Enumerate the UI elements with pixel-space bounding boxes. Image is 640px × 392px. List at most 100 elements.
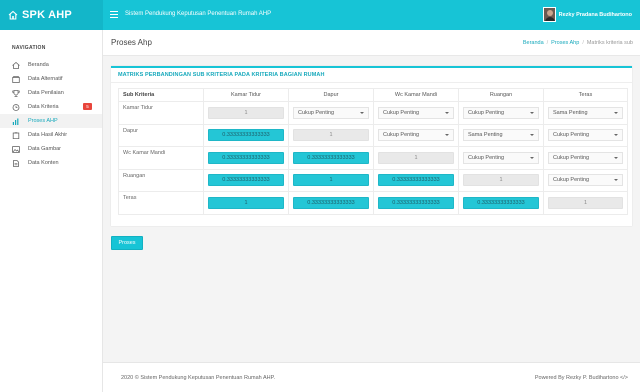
computed-value-field: 0.33333333333333 [293,196,369,209]
sidebar-item-data-hasil-akhir[interactable]: Data Hasil Akhir [0,128,102,142]
breadcrumb-current: Matriks kriteria sub [586,40,633,46]
box-icon [12,75,20,83]
sidebar-item-proses-ahp[interactable]: Proses AHP [0,114,102,128]
importance-select[interactable]: Cukup Penting [548,129,623,142]
sidebar-item-label: Data Hasil Akhir [28,132,68,138]
matrix-title: MATRIKS PERBANDINGAN SUB KRITERIA PADA K… [118,72,325,78]
count-badge: 5 [83,103,92,110]
breadcrumb-link-proses-ahp[interactable]: Proses Ahp [551,40,579,46]
footer-credit: Powered By Rezky P. Budihartono </> [534,375,628,381]
trophy-icon [12,89,20,97]
importance-select[interactable]: Cukup Penting [548,151,623,164]
importance-select[interactable]: Sama Penting [548,106,623,119]
row-label: Wc Kamar Mandi [118,146,204,170]
column-header: Wc Kamar Mandi [373,88,459,102]
clipboard-icon [12,131,20,139]
value-field: 1 [548,196,623,209]
select-value: Cukup Penting [468,109,505,116]
computed-value-field: 0.33333333333333 [208,174,284,187]
bar-chart-icon [12,118,19,125]
caret-down-icon [614,179,618,182]
value-field: 1 [463,174,539,187]
brand-logo[interactable]: SPK AHP [0,0,103,30]
importance-select[interactable]: Sama Penting [463,129,539,142]
menu-toggle-icon[interactable] [110,11,118,18]
column-header-sub-kriteria: Sub Kriteria [118,88,204,102]
table-row: Dapur 0.33333333333333 1 Cukup Penting S… [118,123,628,147]
sidebar-item-data-gambar[interactable]: Data Gambar [0,142,102,156]
select-value: Cukup Penting [553,132,590,139]
sidebar-item-label: Data Konten [28,160,59,166]
caret-down-icon [614,134,618,137]
sidebar-item-data-konten[interactable]: Data Konten [0,156,102,170]
divider [111,82,632,83]
brand-name: SPK AHP [22,9,72,21]
user-name: Rezky Pradana Budihartono [558,11,632,18]
value-field: 1 [208,106,284,119]
computed-value-field: 0.33333333333333 [293,151,369,164]
importance-select[interactable]: Cukup Penting [548,174,623,187]
main-content: Proses Ahp Beranda / Proses Ahp / Matriks kr… [103,30,640,392]
computed-value-field: 1 [208,196,284,209]
comparison-matrix-table: Sub Kriteria Kamar Tidur Dapur Wc Kamar … [118,88,628,215]
breadcrumb-link-beranda[interactable]: Beranda [523,40,544,46]
select-value: Sama Penting [468,132,503,139]
sidebar-item-data-kriteria[interactable]: Data Kriteria 5 [0,100,102,114]
sidebar-item-beranda[interactable]: Beranda [0,58,102,72]
table-row: Ruangan 0.33333333333333 1 0.33333333333… [118,168,628,192]
home-icon [8,10,18,20]
computed-value-field: 1 [293,174,369,187]
computed-value-field: 0.33333333333333 [378,174,454,187]
sidebar-item-label: Proses AHP [28,118,58,124]
caret-down-icon [445,111,449,114]
value-field: 1 [378,151,454,164]
sidebar-item-label: Beranda [28,62,49,68]
breadcrumb: Beranda / Proses Ahp / Matriks kriteria sub [522,40,633,46]
image-icon [12,145,20,153]
row-label: Kamar Tidur [118,101,204,125]
avatar [542,7,556,22]
footer-copyright: 2020 © Sistem Pendukung Keputusan Penent… [121,375,276,381]
row-label: Ruangan [118,168,204,192]
caret-down-icon [530,156,534,159]
table-row: Teras 1 0.33333333333333 0.3333333333333… [118,191,628,215]
document-icon [13,159,19,167]
caret-down-icon [445,134,449,137]
importance-select[interactable]: Cukup Penting [463,151,539,164]
sidebar-item-data-penilaian[interactable]: Data Penilaian [0,86,102,100]
table-header-row: Sub Kriteria Kamar Tidur Dapur Wc Kamar … [118,88,628,102]
nav-heading: NAVIGATION [12,45,46,51]
top-bar: SPK AHP Sistem Pendukung Keputusan Penen… [0,0,640,30]
importance-select[interactable]: Cukup Penting [293,106,369,119]
proses-button[interactable]: Proses [111,236,143,250]
user-menu[interactable]: Rezky Pradana Budihartono [542,7,632,22]
computed-value-field: 0.33333333333333 [208,129,284,142]
importance-select[interactable]: Cukup Penting [378,106,454,119]
sidebar-item-data-alternatif[interactable]: Data Alternatif [0,72,102,86]
select-value: Cukup Penting [553,177,590,184]
select-value: Cukup Penting [298,109,335,116]
computed-value-field: 0.33333333333333 [463,196,539,209]
footer: 2020 © Sistem Pendukung Keputusan Penent… [103,362,640,392]
sidebar-item-label: Data Penilaian [28,90,64,96]
value-field: 1 [293,129,369,142]
column-header: Dapur [288,88,374,102]
computed-value-field: 0.33333333333333 [378,196,454,209]
select-value: Cukup Penting [468,154,505,161]
table-row: Wc Kamar Mandi 0.33333333333333 0.333333… [118,146,628,170]
caret-down-icon [530,111,534,114]
table-row: Kamar Tidur 1 Cukup Penting Cukup Pentin… [118,101,628,125]
column-header: Kamar Tidur [203,88,289,102]
sidebar-item-label: Data Gambar [28,146,62,152]
caret-down-icon [614,111,618,114]
importance-select[interactable]: Cukup Penting [378,129,454,142]
app-title: Sistem Pendukung Keputusan Penentuan Rum… [125,11,272,17]
sidebar-item-label: Data Alternatif [28,76,63,82]
caret-down-icon [360,111,364,114]
row-label: Teras [118,191,204,215]
select-value: Cukup Penting [553,154,590,161]
page-title: Proses Ahp [111,38,152,47]
home-icon [12,61,20,69]
select-value: Sama Penting [553,109,588,116]
importance-select[interactable]: Cukup Penting [463,106,539,119]
